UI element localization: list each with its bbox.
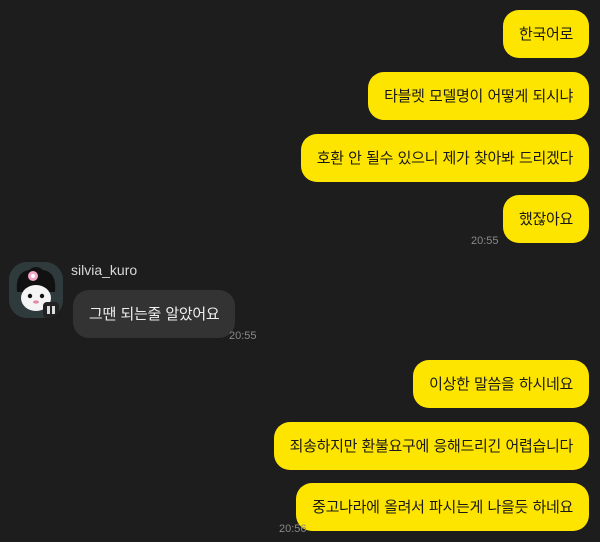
kuromi-avatar-icon <box>9 262 63 318</box>
message-bubble-outgoing[interactable]: 호환 안 될수 있으니 제가 찾아봐 드리겠다 <box>300 134 589 182</box>
message-timestamp: 20:55 <box>229 330 257 342</box>
message-bubble-incoming[interactable]: 그땐 되는줄 알았어요 <box>73 290 236 338</box>
message-timestamp: 20:55 <box>471 235 499 247</box>
message-bubble-outgoing[interactable]: 이상한 말씀을 하시네요 <box>413 360 589 408</box>
message-bubble-outgoing[interactable]: 한국어로 <box>502 10 589 58</box>
message-bubble-outgoing[interactable]: 죄송하지만 환불요구에 응해드리긴 어렵습니다 <box>273 422 589 470</box>
sender-avatar[interactable] <box>9 262 63 318</box>
message-bubble-outgoing[interactable]: 했잖아요 <box>502 195 589 243</box>
message-timestamp: 20:56 <box>279 523 307 535</box>
sender-name: silvia_kuro <box>71 262 138 278</box>
message-bubble-outgoing[interactable]: 중고나라에 올려서 파시는게 나을듯 하네요 <box>296 483 589 531</box>
message-bubble-outgoing[interactable]: 타블렛 모델명이 어떻게 되시냐 <box>368 72 589 120</box>
